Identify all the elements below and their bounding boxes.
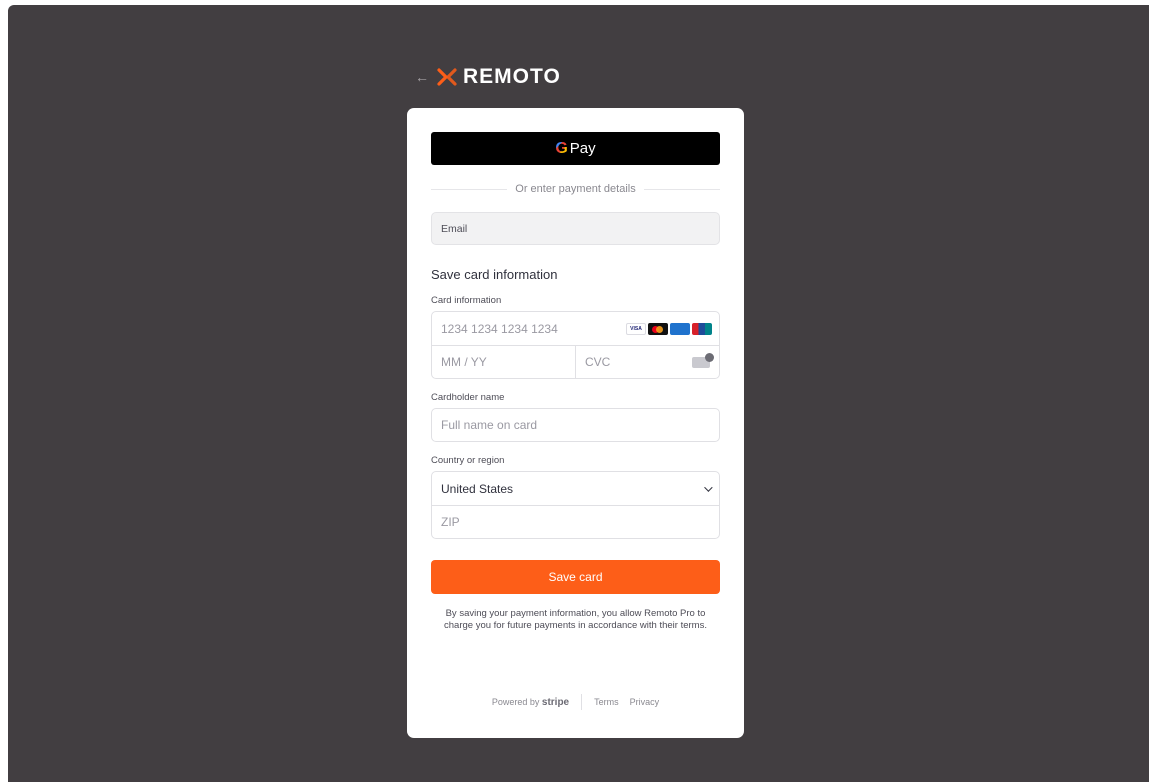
cardholder-name-input[interactable]: Full name on card [431,408,720,442]
google-pay-button[interactable]: G Pay [431,132,720,165]
google-g-icon: G [555,139,568,157]
country-label: Country or region [431,455,505,466]
cardholder-placeholder: Full name on card [441,418,538,432]
stripe-logo: stripe [541,696,570,708]
card-number-input[interactable]: 1234 1234 1234 1234 VISA [432,312,719,345]
email-field[interactable]: Email [431,212,720,245]
visa-icon: VISA [626,322,646,335]
zip-input[interactable]: ZIP [432,505,719,538]
section-title: Save card information [431,267,558,282]
country-selected: United States [441,481,514,496]
zip-placeholder: ZIP [441,515,460,529]
card-info-label: Card information [431,295,502,306]
card-expiry-cvc-row: MM / YY CVC [432,345,719,378]
cardholder-label: Cardholder name [431,392,505,403]
footer-links: Terms Privacy [594,697,659,707]
card-brands: VISA [626,322,712,335]
card-number-placeholder: 1234 1234 1234 1234 [441,321,558,336]
expiry-placeholder: MM / YY [441,355,487,369]
divider-text: Or enter payment details [515,183,636,195]
cvc-input[interactable]: CVC [575,346,719,378]
cvc-card-icon [692,352,714,368]
privacy-link[interactable]: Privacy [630,697,660,707]
stripe-footer: Powered by stripe Terms Privacy [407,694,744,710]
checkout-card: G Pay Or enter payment details Email Sav… [407,108,744,738]
brand-header: ← REMOTO [415,64,561,90]
google-pay-label: Pay [569,140,596,157]
payment-divider: Or enter payment details [431,183,721,195]
email-label: Email [441,222,468,235]
cvc-placeholder: CVC [585,355,611,369]
remoto-logo-icon [437,68,457,86]
back-arrow-icon[interactable]: ← [415,69,431,85]
expiry-input[interactable]: MM / YY [432,346,575,378]
brand-name: REMOTO [463,65,561,88]
footer-separator [581,694,583,710]
chevron-down-icon [704,482,713,492]
country-select[interactable]: United States [432,472,719,505]
country-group: United States ZIP [431,471,720,539]
save-card-button[interactable]: Save card [431,560,720,594]
legal-text: By saving your payment information, you … [444,608,707,631]
card-info-group: 1234 1234 1234 1234 VISA MM / YY CVC [431,311,720,379]
mastercard-icon [648,322,668,335]
powered-by[interactable]: Powered by stripe [492,697,569,708]
unionpay-icon [692,322,712,335]
amex-icon [670,322,690,335]
terms-link[interactable]: Terms [594,697,619,707]
